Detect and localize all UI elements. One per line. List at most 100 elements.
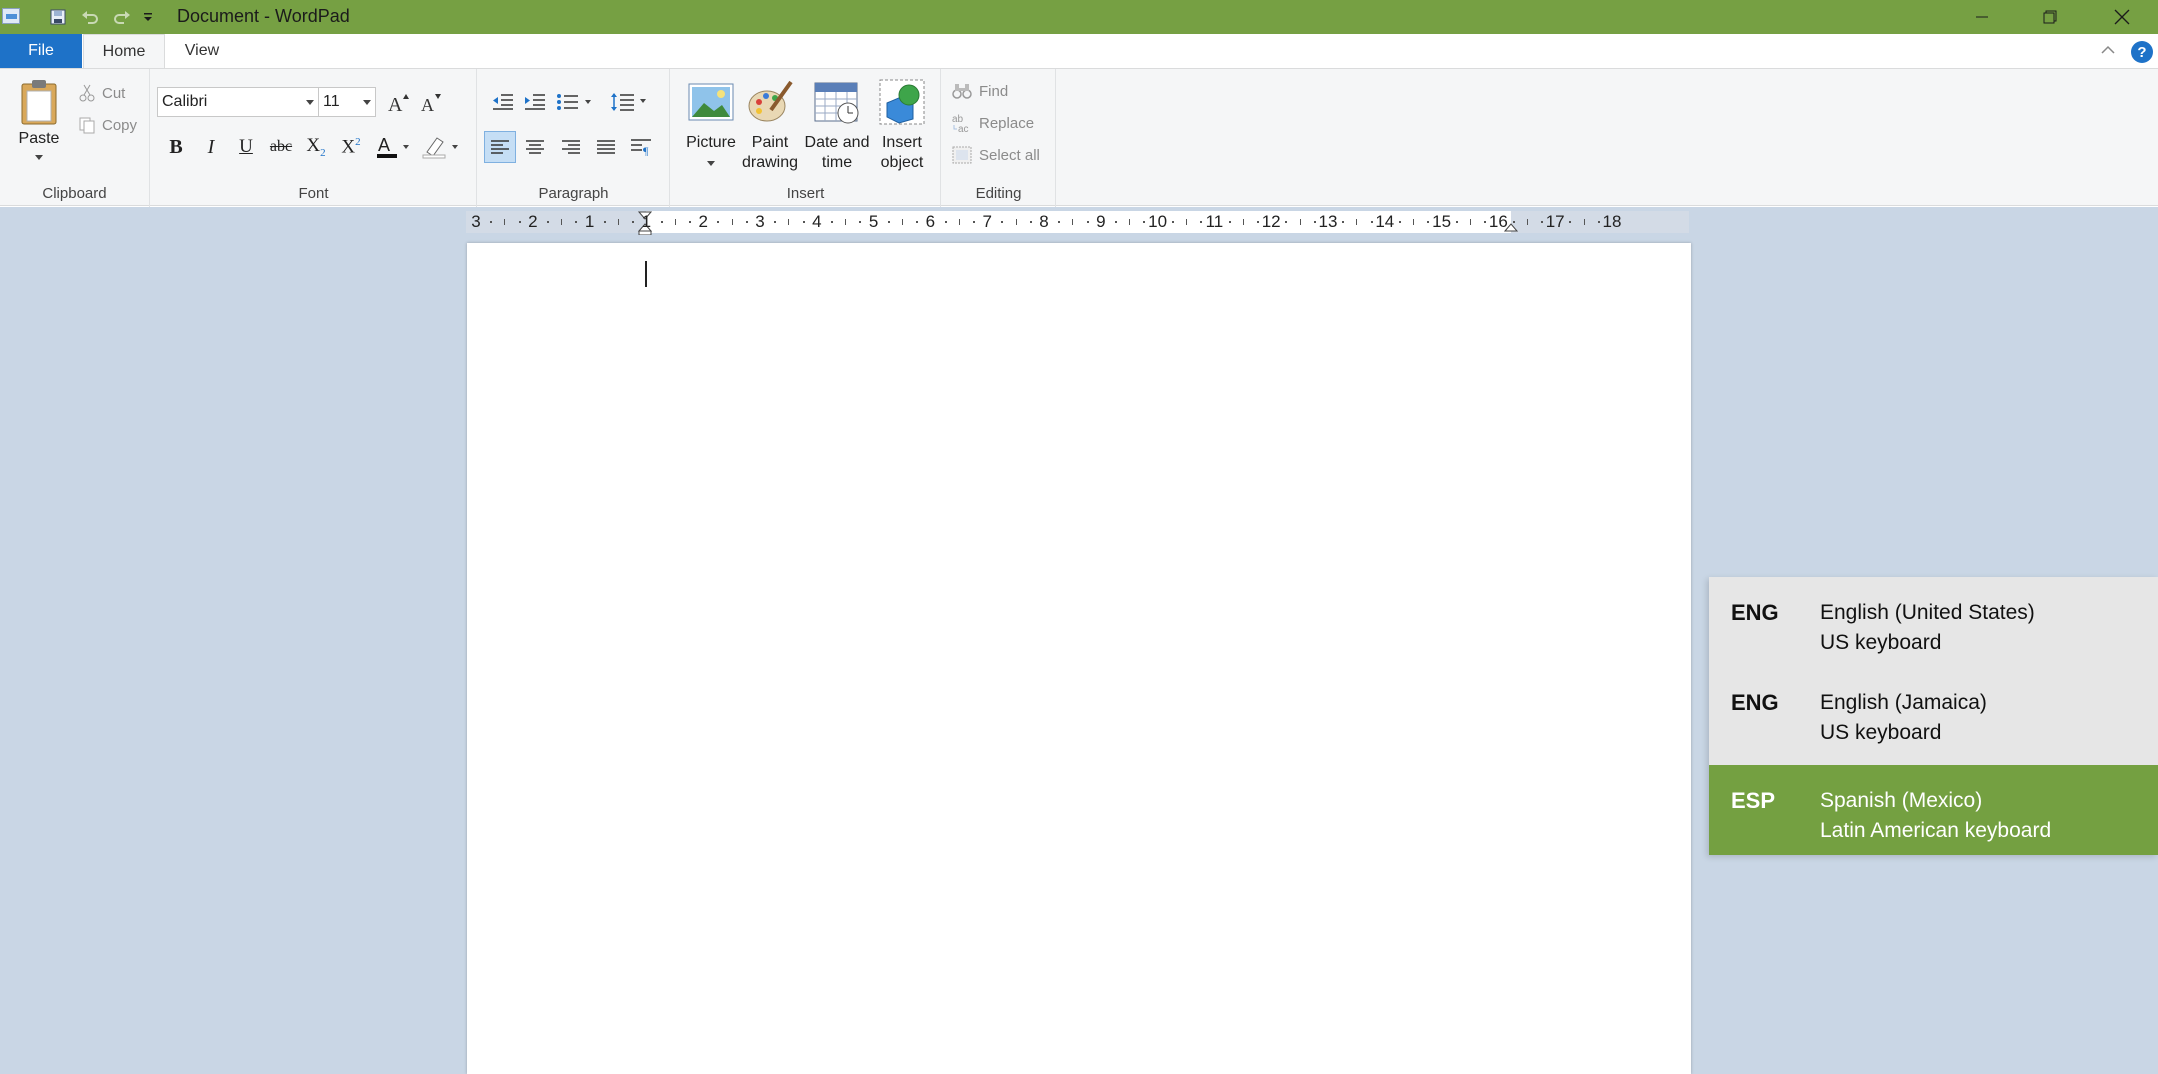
replace-button[interactable]: ab ac Replace: [952, 111, 1034, 135]
language-option[interactable]: ENG English (United States) US keyboard: [1709, 577, 2158, 667]
tab-home[interactable]: Home: [83, 34, 165, 69]
language-option-selected[interactable]: ESP Spanish (Mexico) Latin American keyb…: [1709, 765, 2158, 855]
ruler-dot: [1029, 221, 1032, 223]
bullets-button[interactable]: [554, 87, 598, 117]
date-time-label-2: time: [821, 154, 853, 171]
select-all-label: Select all: [979, 146, 1040, 164]
collapse-ribbon-icon[interactable]: [2096, 38, 2120, 62]
paragraph-settings-button[interactable]: ¶: [626, 132, 656, 162]
document-page[interactable]: [467, 243, 1691, 1074]
grow-font-icon: A: [388, 94, 409, 113]
align-center-button[interactable]: [520, 132, 550, 162]
ruler-tick: [1470, 219, 1471, 225]
ruler-dot: [632, 221, 635, 223]
paint-drawing-label-2: drawing: [741, 154, 799, 171]
text-color-button[interactable]: A: [373, 132, 413, 162]
highlight-color-button[interactable]: [419, 132, 463, 162]
redo-icon[interactable]: [110, 5, 134, 29]
ruler-dot: [887, 221, 890, 223]
bullet-list-icon: [557, 94, 591, 110]
align-right-button[interactable]: [556, 132, 586, 162]
save-icon[interactable]: [46, 5, 70, 29]
font-size-select[interactable]: 11: [318, 87, 376, 117]
wordpad-app-icon[interactable]: [2, 8, 20, 24]
font-family-select[interactable]: Calibri: [157, 87, 319, 117]
undo-icon[interactable]: [78, 5, 102, 29]
superscript-button[interactable]: X2: [336, 132, 366, 162]
paint-drawing-label-1: Paint: [751, 134, 789, 151]
ruler-dot: [689, 221, 691, 223]
insert-object-button[interactable]: Insert object: [872, 79, 932, 173]
align-center-icon: [526, 140, 544, 154]
text-color-icon: A: [377, 135, 409, 158]
shrink-font-icon: A: [421, 94, 441, 113]
italic-button[interactable]: I: [196, 132, 226, 162]
ruler-number: 2: [698, 212, 708, 231]
copy-button[interactable]: Copy: [78, 113, 137, 137]
font-family-value: Calibri: [162, 93, 208, 110]
help-icon[interactable]: ?: [2131, 41, 2153, 63]
date-time-button[interactable]: Date and time: [801, 79, 873, 173]
cut-button[interactable]: Cut: [78, 81, 125, 105]
close-button[interactable]: [2088, 0, 2156, 34]
ruler-tick: [1583, 219, 1585, 225]
ruler-tick: [731, 219, 733, 225]
bold-button[interactable]: B: [161, 132, 191, 162]
ruler-tick: [1015, 219, 1017, 225]
ruler-number: 5: [868, 212, 879, 231]
ruler-number: 7: [982, 212, 992, 231]
italic-icon: I: [207, 135, 215, 158]
select-all-button[interactable]: Select all: [952, 143, 1040, 167]
justify-button[interactable]: [591, 132, 621, 162]
horizontal-ruler[interactable]: 3 2 1 1 2 3 4 5 6 7 8 9 10 11 12 13 14 15 16 17 18: [466, 211, 1689, 235]
paste-button[interactable]: Paste: [14, 77, 64, 160]
find-button[interactable]: Find: [952, 79, 1008, 103]
font-family-dropdown-icon: [306, 100, 314, 105]
ruler-dot: [1086, 221, 1089, 223]
insert-object-icon: [879, 79, 925, 125]
ruler-tick: [1072, 219, 1074, 225]
insert-object-label-1: Insert: [881, 134, 922, 151]
strikethrough-button[interactable]: abc: [266, 132, 296, 162]
shrink-font-button[interactable]: A: [416, 87, 446, 117]
subscript-button[interactable]: X2: [301, 132, 331, 162]
customize-qat-icon[interactable]: [140, 5, 156, 29]
tab-view[interactable]: View: [167, 34, 237, 68]
language-code: ENG: [1731, 690, 1779, 715]
restore-button[interactable]: [2016, 0, 2084, 34]
ruler-tick: [1356, 219, 1358, 225]
align-left-button[interactable]: [484, 131, 516, 163]
decrease-indent-button[interactable]: [488, 87, 518, 117]
grow-font-button[interactable]: A: [383, 87, 413, 117]
paragraph-group: ¶ Paragraph: [478, 69, 670, 207]
paragraph-group-label: Paragraph: [538, 185, 609, 202]
minimize-button[interactable]: [1948, 0, 2016, 34]
clipboard-group: Paste Cut Copy Clipboard: [0, 69, 150, 207]
picture-button[interactable]: Picture: [680, 79, 742, 166]
ruler-dot: [1597, 221, 1600, 223]
ruler-dot: [518, 221, 521, 223]
ruler-dot: [1541, 221, 1543, 223]
svg-text:A: A: [388, 94, 403, 113]
language-option[interactable]: ENG English (Jamaica) US keyboard: [1709, 667, 2158, 757]
underline-button[interactable]: U: [231, 132, 261, 162]
keyboard-layout: US keyboard: [1820, 631, 1942, 654]
paint-drawing-button[interactable]: Paint drawing: [739, 79, 801, 173]
ruler-tick: [958, 219, 960, 225]
increase-indent-button[interactable]: [520, 87, 550, 117]
ruler-number: 6: [925, 212, 936, 231]
align-left-icon: [491, 140, 509, 154]
insert-group-label: Insert: [786, 185, 825, 202]
ruler-dot: [1171, 221, 1174, 223]
input-language-switcher: ENG English (United States) US keyboard …: [1709, 577, 2158, 855]
ruler-dot: [1512, 221, 1515, 223]
ruler-number: 17: [1545, 212, 1565, 231]
replace-icon: abac: [952, 114, 969, 133]
ruler-dot: [1058, 221, 1061, 223]
font-size-dropdown-icon: [363, 100, 371, 105]
calendar-clock-icon: [814, 79, 860, 125]
line-spacing-button[interactable]: [608, 87, 652, 117]
ruler-tick: [674, 219, 676, 225]
tab-file[interactable]: File: [0, 34, 82, 68]
language-code: ESP: [1731, 788, 1776, 813]
